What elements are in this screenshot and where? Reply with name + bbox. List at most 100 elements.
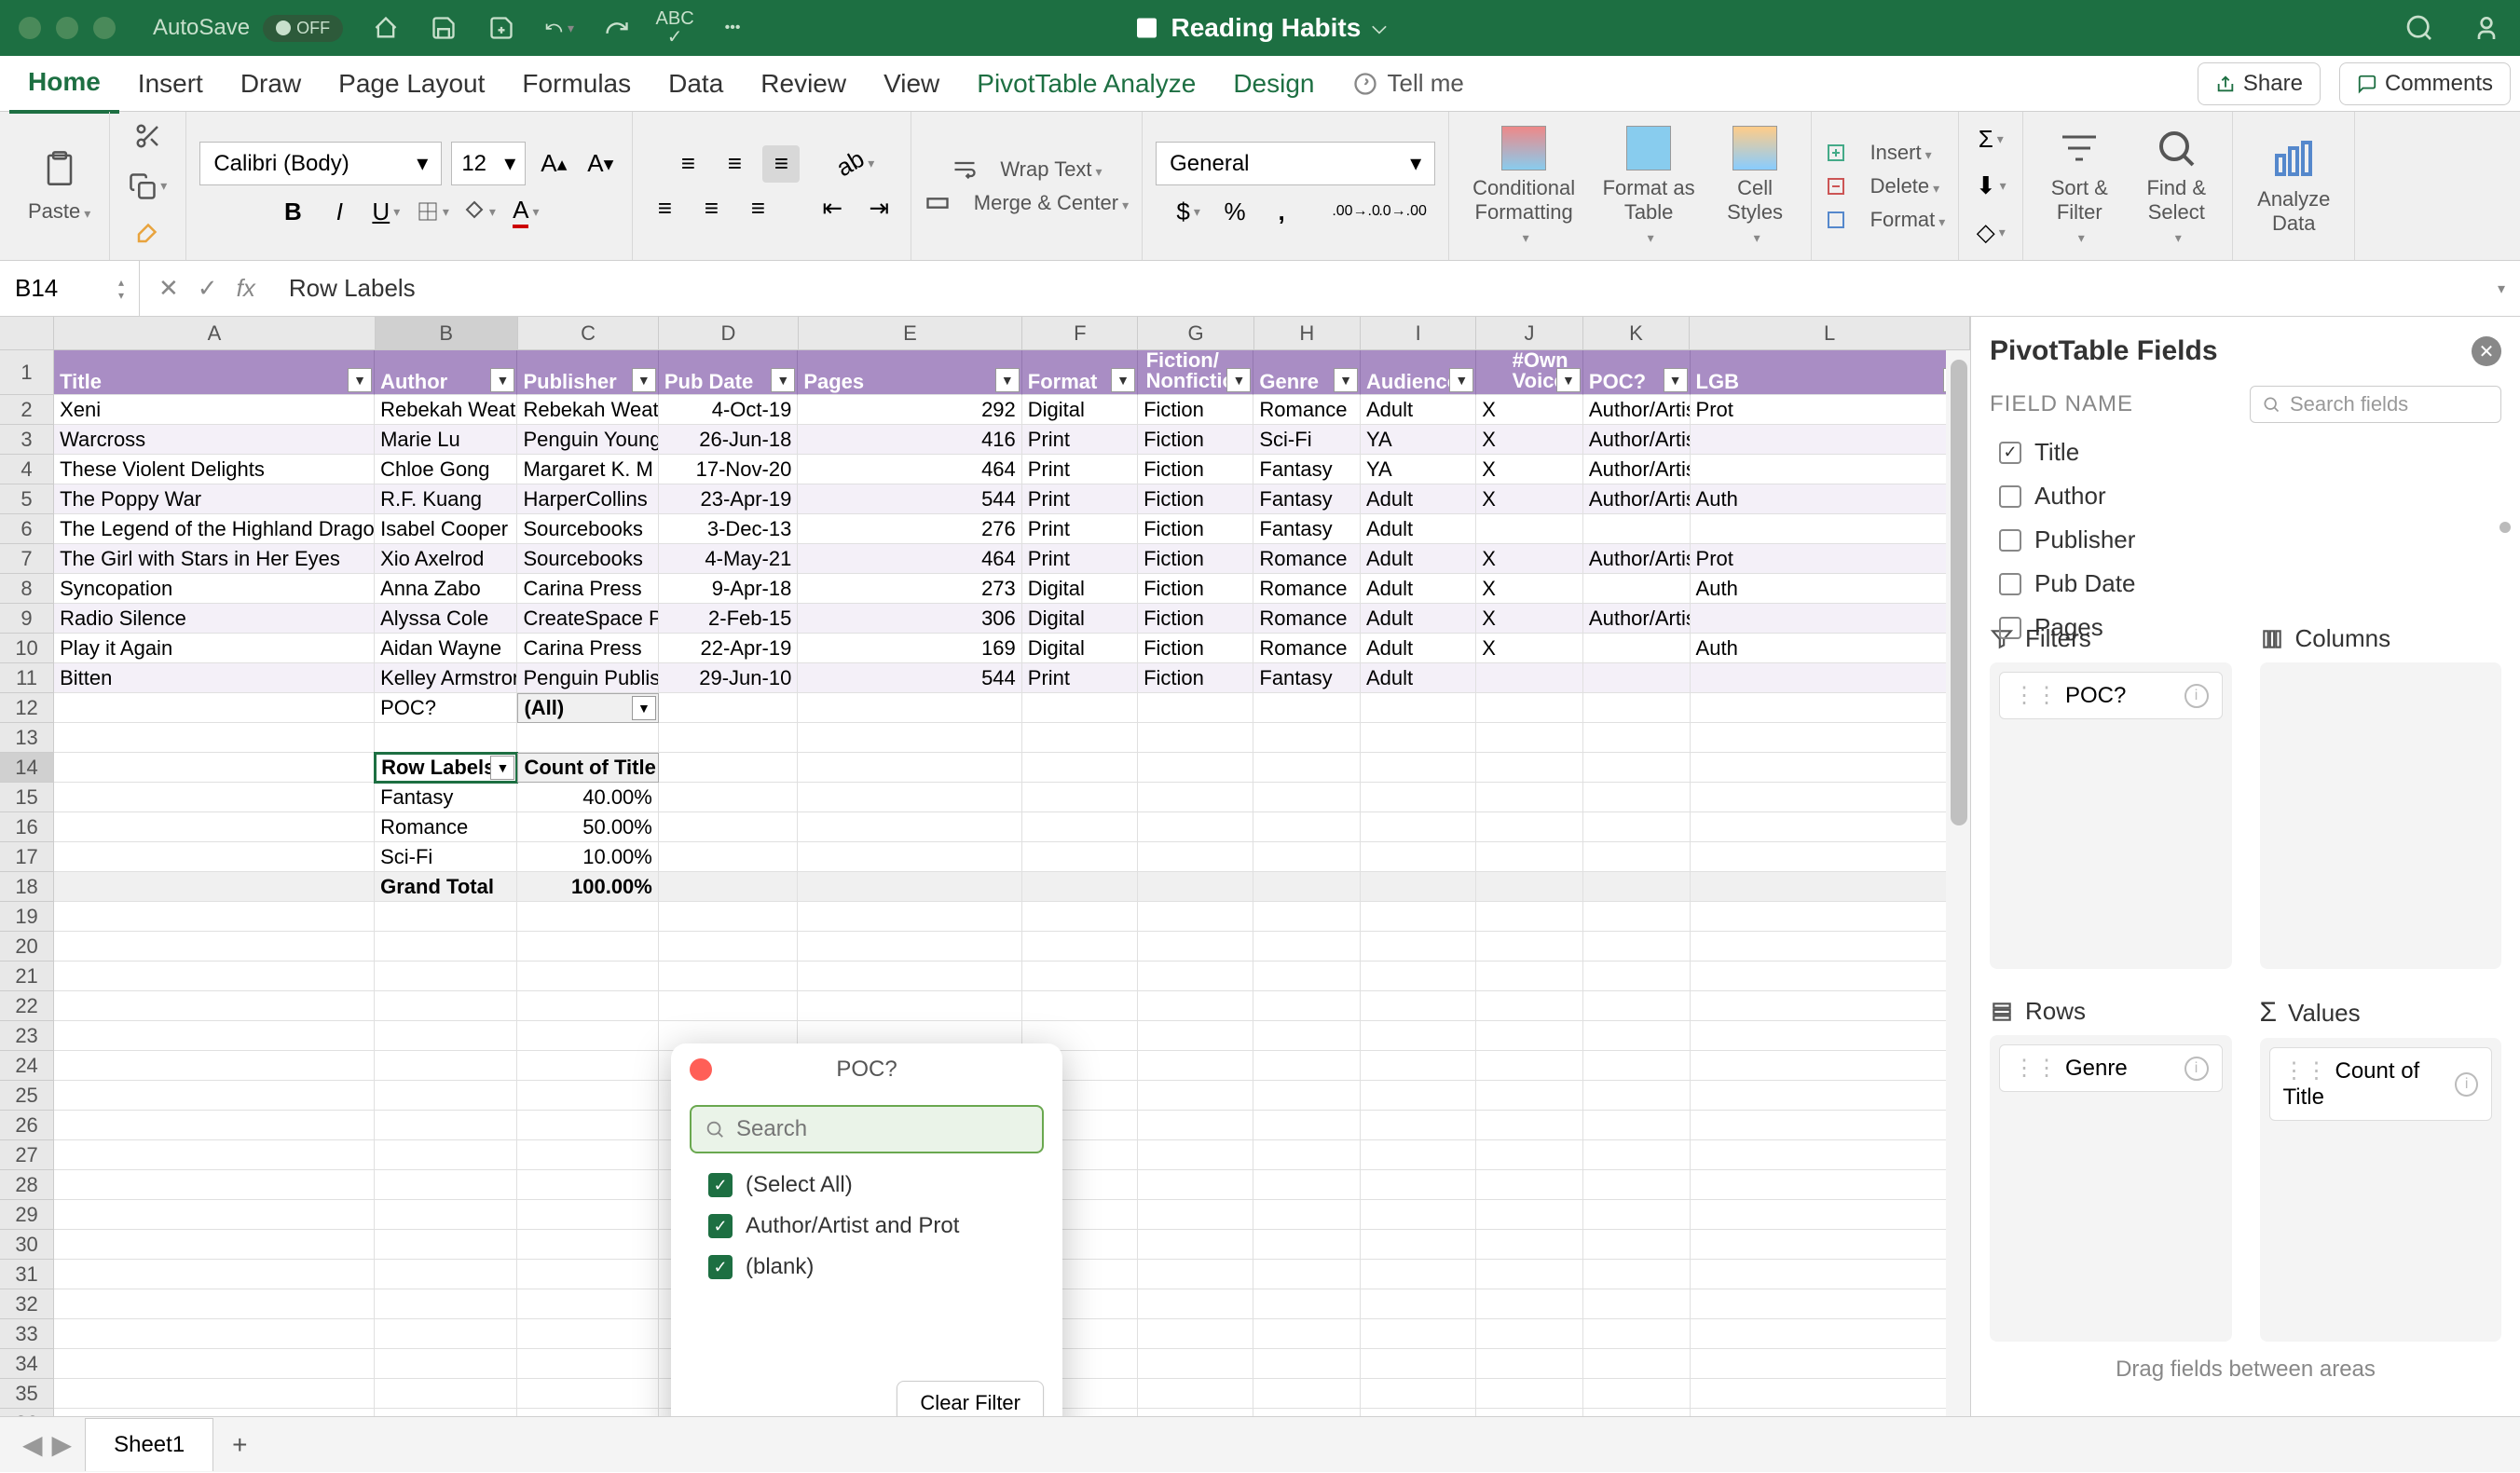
number-format-select[interactable]: General▾ xyxy=(1156,142,1435,185)
cell[interactable] xyxy=(1476,902,1583,932)
cell[interactable]: Print xyxy=(1022,425,1138,455)
cell[interactable] xyxy=(1583,723,1691,753)
row-header[interactable]: 15 xyxy=(0,783,54,812)
col-header[interactable]: J xyxy=(1476,317,1582,350)
cell[interactable] xyxy=(1476,514,1583,544)
cell[interactable]: POC? xyxy=(375,693,517,723)
cell[interactable]: X xyxy=(1476,395,1583,425)
cell[interactable] xyxy=(375,1379,517,1409)
cell[interactable] xyxy=(1691,1289,1970,1319)
cell[interactable] xyxy=(1476,1111,1583,1140)
col-header[interactable]: F xyxy=(1022,317,1138,350)
cell[interactable] xyxy=(1476,1319,1583,1349)
cell[interactable]: 544 xyxy=(798,484,1021,514)
home-icon[interactable] xyxy=(371,13,401,43)
row-header[interactable]: 18 xyxy=(0,872,54,902)
cell[interactable]: 273 xyxy=(798,574,1021,604)
cell[interactable] xyxy=(1361,1379,1476,1409)
cell[interactable] xyxy=(1583,932,1691,962)
popup-close-icon[interactable] xyxy=(690,1058,712,1081)
font-color-button[interactable]: A xyxy=(507,193,544,230)
cell[interactable]: Marie Lu xyxy=(375,425,517,455)
cell[interactable] xyxy=(798,962,1021,991)
search-icon[interactable] xyxy=(2404,13,2434,43)
cell[interactable] xyxy=(1361,872,1476,902)
filter-dropdown-icon[interactable]: ▼ xyxy=(490,756,514,780)
cell[interactable] xyxy=(1691,1021,1970,1051)
cell[interactable] xyxy=(1691,902,1970,932)
cell[interactable]: X xyxy=(1476,544,1583,574)
row-header[interactable]: 16 xyxy=(0,812,54,842)
cell[interactable]: Auth xyxy=(1691,634,1970,663)
cell[interactable]: 22-Apr-19 xyxy=(659,634,798,663)
cell[interactable] xyxy=(1361,962,1476,991)
cell[interactable] xyxy=(1022,902,1138,932)
cell[interactable] xyxy=(1583,902,1691,932)
cell[interactable]: Margaret K. M xyxy=(517,455,658,484)
cell[interactable]: Adult xyxy=(1361,604,1476,634)
cell[interactable] xyxy=(1476,1051,1583,1081)
cell[interactable] xyxy=(375,991,517,1021)
cell[interactable] xyxy=(1138,1319,1253,1349)
cell[interactable] xyxy=(1253,723,1361,753)
tab-formulas[interactable]: Formulas xyxy=(503,56,650,112)
align-center-icon[interactable]: ≡ xyxy=(692,190,730,227)
row-header[interactable]: 29 xyxy=(0,1200,54,1230)
cell[interactable] xyxy=(1583,1021,1691,1051)
cell[interactable] xyxy=(1138,1081,1253,1111)
tab-design[interactable]: Design xyxy=(1214,56,1333,112)
cell[interactable] xyxy=(1476,1170,1583,1200)
cell[interactable] xyxy=(1022,842,1138,872)
cell[interactable] xyxy=(375,723,517,753)
cell[interactable] xyxy=(54,1170,375,1200)
cell[interactable] xyxy=(1476,1140,1583,1170)
row-header[interactable]: 5 xyxy=(0,484,54,514)
align-top-icon[interactable]: ≡ xyxy=(669,145,706,183)
cell[interactable] xyxy=(1253,1289,1361,1319)
cell[interactable] xyxy=(375,1051,517,1081)
tab-data[interactable]: Data xyxy=(650,56,742,112)
row-header[interactable]: 31 xyxy=(0,1260,54,1289)
cell[interactable]: Print xyxy=(1022,455,1138,484)
cell[interactable]: YA xyxy=(1361,455,1476,484)
cell[interactable]: X xyxy=(1476,574,1583,604)
cell[interactable]: Fantasy xyxy=(1253,663,1361,693)
decrease-decimal-icon[interactable]: .0→.00 xyxy=(1384,193,1421,230)
cell[interactable] xyxy=(1476,1409,1583,1416)
cell[interactable]: Author/Artist and Protagonist xyxy=(1583,544,1691,574)
cell[interactable]: Xio Axelrod xyxy=(375,544,517,574)
conditional-formatting-button[interactable]: Conditional Formatting xyxy=(1462,120,1585,252)
cell[interactable] xyxy=(1361,812,1476,842)
cell[interactable] xyxy=(1361,783,1476,812)
cell[interactable]: The Legend of the Highland Dragon xyxy=(54,514,375,544)
filter-dropdown-icon[interactable]: ▼ xyxy=(771,368,795,392)
cell[interactable] xyxy=(1691,693,1970,723)
cell[interactable] xyxy=(517,1289,658,1319)
cell[interactable] xyxy=(375,1349,517,1379)
row-header[interactable]: 34 xyxy=(0,1349,54,1379)
cell[interactable] xyxy=(54,991,375,1021)
account-icon[interactable] xyxy=(2472,13,2501,43)
filters-drop-zone[interactable]: ⋮⋮POC?i xyxy=(1990,662,2232,969)
cell[interactable]: Print xyxy=(1022,484,1138,514)
cell[interactable] xyxy=(1138,1021,1253,1051)
cell[interactable] xyxy=(1476,783,1583,812)
borders-button[interactable] xyxy=(414,193,451,230)
cell[interactable] xyxy=(1583,842,1691,872)
row-header[interactable]: 26 xyxy=(0,1111,54,1140)
cell[interactable] xyxy=(1691,872,1970,902)
cell[interactable] xyxy=(798,753,1021,783)
vertical-scrollbar[interactable] xyxy=(1946,350,1970,1416)
cell[interactable] xyxy=(1583,1170,1691,1200)
wrap-text-button[interactable]: Wrap Text xyxy=(952,157,1102,183)
cell[interactable]: These Violent Delights xyxy=(54,455,375,484)
cell[interactable]: 26-Jun-18 xyxy=(659,425,798,455)
cell[interactable] xyxy=(1138,1140,1253,1170)
cell[interactable] xyxy=(54,1409,375,1416)
cell[interactable]: Alyssa Cole xyxy=(375,604,517,634)
cell[interactable] xyxy=(54,693,375,723)
cell[interactable] xyxy=(54,1289,375,1319)
cell[interactable] xyxy=(1253,932,1361,962)
field-item[interactable]: Pub Date xyxy=(1990,569,2501,598)
cell[interactable]: Carina Press xyxy=(517,634,658,663)
